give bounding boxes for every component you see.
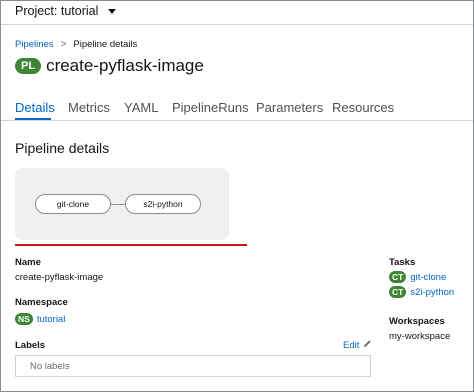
labels-empty-text: No labels <box>30 361 70 372</box>
tasks-label: Tasks <box>389 257 416 268</box>
breadcrumb: Pipelines > Pipeline details <box>15 39 137 50</box>
labels-box: No labels <box>15 355 371 377</box>
namespace-value-row: NS tutorial <box>15 313 65 325</box>
tab-pipelineruns[interactable]: PipelineRuns <box>172 100 249 115</box>
tab-metrics[interactable]: Metrics <box>68 100 110 115</box>
caret-down-icon <box>108 8 117 14</box>
workspaces-label: Workspaces <box>389 316 445 327</box>
task-link-git-clone[interactable]: git-clone <box>410 272 446 283</box>
task-badge: CT <box>389 286 407 298</box>
name-label: Name <box>15 257 41 268</box>
workspace-value: my-workspace <box>389 331 451 342</box>
pipeline-graph: git-clone s2i-python <box>15 168 229 240</box>
labels-label: Labels <box>15 340 46 351</box>
project-bar: Project: tutorial <box>1 1 473 25</box>
graph-node-s2i-python[interactable]: s2i-python <box>125 194 201 214</box>
namespace-label: Namespace <box>15 297 68 308</box>
tab-bar: Details Metrics YAML PipelineRuns Parame… <box>1 98 473 121</box>
tab-details[interactable]: Details <box>15 100 55 115</box>
task-badge: CT <box>389 271 407 283</box>
task-item: CT s2i-python <box>389 286 454 298</box>
pipeline-badge: PL <box>15 58 42 74</box>
name-value: create-pyflask-image <box>15 272 104 283</box>
task-item: CT git-clone <box>389 271 446 283</box>
tab-resources[interactable]: Resources <box>332 100 394 115</box>
namespace-link[interactable]: tutorial <box>37 314 66 325</box>
breadcrumb-current: Pipeline details <box>73 39 138 50</box>
project-selector[interactable]: Project: tutorial <box>15 4 117 18</box>
graph-connector <box>111 204 125 205</box>
tab-yaml[interactable]: YAML <box>124 100 158 115</box>
project-selector-label: Project: tutorial <box>15 4 99 18</box>
section-title: Pipeline details <box>15 140 110 156</box>
page-header: PL create-pyflask-image <box>15 56 204 76</box>
pencil-icon <box>363 339 372 351</box>
edit-label: Edit <box>343 339 360 351</box>
active-tab-indicator <box>15 118 51 120</box>
tab-parameters[interactable]: Parameters <box>256 100 323 115</box>
edit-labels-button[interactable]: Edit <box>343 339 372 351</box>
breadcrumb-pipelines-link[interactable]: Pipelines <box>15 39 54 50</box>
namespace-badge: NS <box>15 313 33 325</box>
graph-node-git-clone[interactable]: git-clone <box>35 194 111 214</box>
page-title: create-pyflask-image <box>46 56 204 75</box>
breadcrumb-separator: > <box>60 39 67 50</box>
task-link-s2i-python[interactable]: s2i-python <box>410 287 454 298</box>
highlight-underline <box>15 244 247 246</box>
